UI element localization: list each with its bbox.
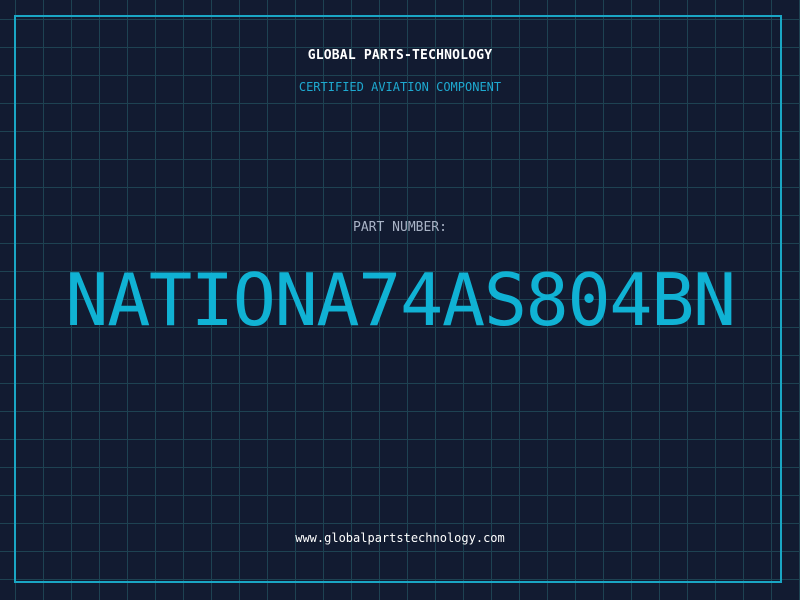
- certificate-page: GLOBAL PARTS-TECHNOLOGY CERTIFIED AVIATI…: [0, 0, 800, 600]
- website-url: www.globalpartstechnology.com: [295, 531, 505, 545]
- certification-subtitle: CERTIFIED AVIATION COMPONENT: [298, 80, 502, 94]
- brand-title: GLOBAL PARTS-TECHNOLOGY: [307, 48, 493, 63]
- part-number-value: NATIONA74AS804BN: [65, 258, 736, 342]
- part-number-label: PART NUMBER:: [353, 220, 447, 235]
